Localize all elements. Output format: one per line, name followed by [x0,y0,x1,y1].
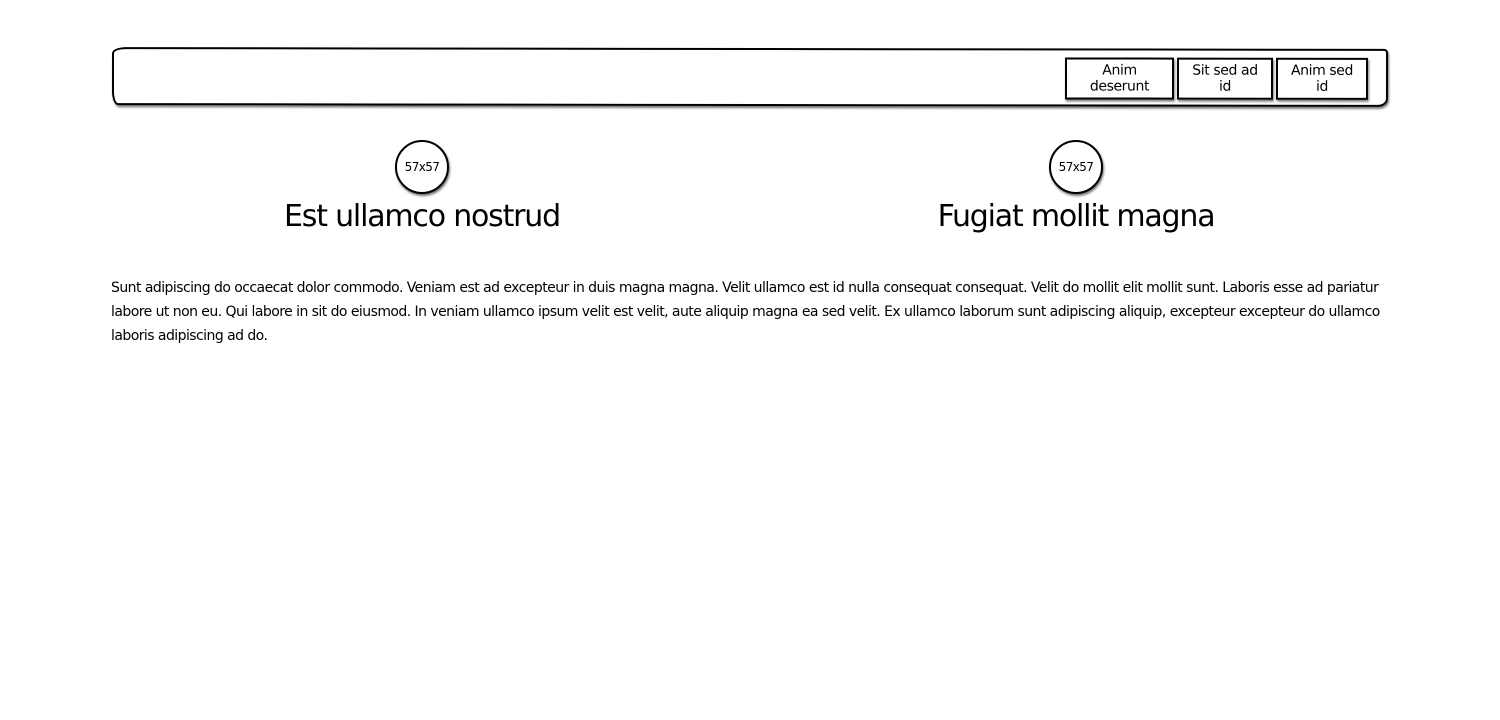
nav-button-sit-sed-ad-id[interactable]: Sit sed ad id [1176,57,1274,100]
feature-title: Est ullamco nostrud [284,199,561,234]
feature-column-1: 57x57 Est ullamco nostrud [262,140,582,237]
feature-title: Fugiat mollit magna [937,199,1216,234]
nav-button-anim-sed-id[interactable]: Anim sed id [1275,57,1369,100]
nav-button-anim-deserunt[interactable]: Anim deserunt [1064,57,1175,100]
nav-button-group: Anim deserunt Sit sed ad id Anim sed id [1064,57,1369,100]
feature-image-placeholder: 57x57 [1049,140,1103,194]
feature-column-2: 57x57 Fugiat mollit magna [916,140,1236,237]
body-paragraph: Sunt adipiscing do occaecat dolor commod… [111,280,1380,344]
top-navbar: Anim deserunt Sit sed ad id Anim sed id [111,47,1389,107]
feature-image-placeholder: 57x57 [395,140,449,194]
